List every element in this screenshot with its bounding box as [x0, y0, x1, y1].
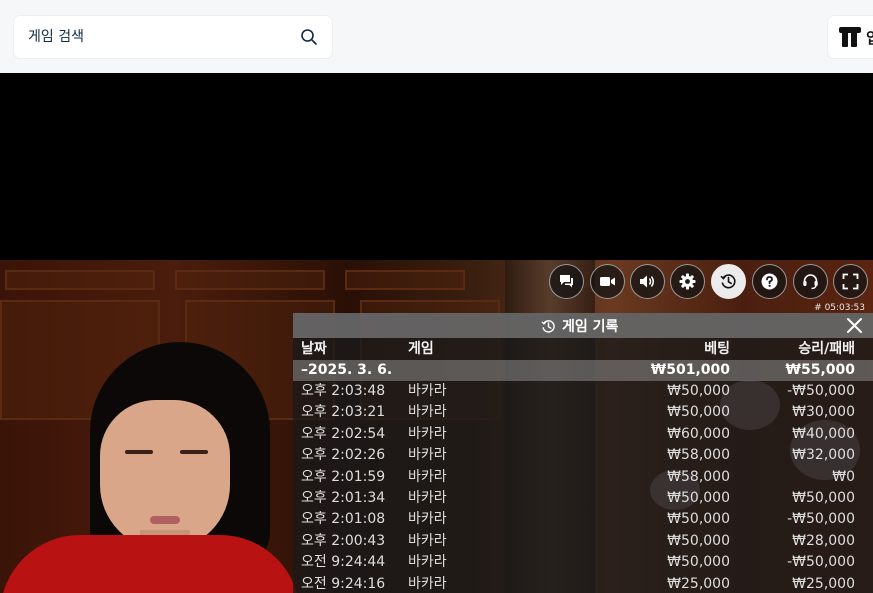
row-time: 오후 2:00:43: [301, 532, 386, 549]
date-group-row[interactable]: –2025. 3. 6. ₩501,000 ₩55,000: [293, 360, 873, 381]
row-result: -₩50,000: [787, 554, 855, 571]
table-row[interactable]: 오전 9:24:16 바카라 ₩25,000 ₩25,000: [293, 574, 873, 593]
row-game: 바카라: [408, 425, 447, 442]
row-game: 바카라: [408, 447, 447, 464]
brand-button[interactable]: 입: [828, 16, 873, 58]
brand-logo-icon: [839, 27, 861, 47]
row-time: 오전 9:24:44: [301, 554, 386, 571]
video-camera-icon: [600, 277, 615, 286]
row-result: ₩40,000: [792, 425, 855, 442]
row-bet: ₩58,000: [667, 447, 730, 464]
row-bet: ₩60,000: [667, 425, 730, 442]
row-time: 오후 2:02:26: [301, 447, 386, 464]
search-box[interactable]: [14, 16, 332, 58]
row-game: 바카라: [408, 383, 447, 399]
row-result: ₩25,000: [792, 575, 855, 592]
chat-icon: [560, 275, 573, 288]
row-result: ₩28,000: [792, 532, 855, 549]
row-result: -₩50,000: [787, 511, 855, 528]
row-bet: ₩50,000: [667, 404, 730, 421]
date-group-result-total: ₩55,000: [785, 362, 855, 378]
row-result: ₩0: [832, 468, 855, 485]
table-row[interactable]: 오후 2:03:21 바카라 ₩50,000 ₩30,000: [293, 402, 873, 423]
row-time: 오후 2:02:54: [301, 425, 386, 442]
dealer-face: [100, 400, 230, 550]
row-bet: ₩50,000: [667, 511, 730, 528]
volume-icon: [640, 275, 654, 288]
row-result: ₩50,000: [792, 489, 855, 506]
game-history-panel: 게임 기록 날짜 게임 베팅 승리/패배 –2025. 3. 6. ₩501,0…: [293, 313, 873, 593]
table-row[interactable]: 오후 2:02:54 바카라 ₩60,000 ₩40,000: [293, 424, 873, 445]
row-game: 바카라: [408, 554, 447, 571]
date-group-bet-total: ₩501,000: [650, 362, 730, 378]
chat-button[interactable]: [549, 264, 584, 299]
table-row[interactable]: 오후 2:01:59 바카라 ₩58,000 ₩0: [293, 467, 873, 488]
top-bar: 입: [0, 0, 873, 73]
column-game: 게임: [408, 341, 434, 357]
date-group-label: –2025. 3. 6.: [301, 362, 393, 378]
row-bet: ₩50,000: [667, 383, 730, 399]
table-row[interactable]: 오후 2:01:08 바카라 ₩50,000 -₩50,000: [293, 509, 873, 530]
history-title: 게임 기록: [562, 319, 619, 335]
row-time: 오후 2:01:08: [301, 511, 386, 528]
history-icon: [720, 274, 736, 289]
dealer-eye: [125, 450, 153, 454]
volume-button[interactable]: [630, 264, 665, 299]
history-title-group: 게임 기록: [541, 316, 618, 336]
help-icon: [761, 273, 778, 290]
row-bet: ₩50,000: [667, 489, 730, 506]
search-input[interactable]: [28, 16, 298, 58]
history-header: 게임 기록: [293, 313, 873, 338]
row-bet: ₩58,000: [667, 468, 730, 485]
row-time: 오후 2:01:34: [301, 489, 386, 506]
row-game: 바카라: [408, 511, 447, 528]
table-row[interactable]: 오후 2:00:43 바카라 ₩50,000 ₩28,000: [293, 531, 873, 552]
row-game: 바카라: [408, 489, 447, 506]
table-row[interactable]: 오후 2:03:48 바카라 ₩50,000 -₩50,000: [293, 381, 873, 402]
row-game: 바카라: [408, 468, 447, 485]
table-row[interactable]: 오후 2:02:26 바카라 ₩58,000 ₩32,000: [293, 445, 873, 466]
fullscreen-button[interactable]: [833, 264, 868, 299]
wall-panel: [175, 270, 325, 290]
row-time: 오전 9:24:16: [301, 575, 386, 592]
row-game: 바카라: [408, 575, 447, 592]
history-icon: [541, 319, 555, 333]
history-button[interactable]: [711, 264, 746, 299]
row-result: -₩50,000: [787, 383, 855, 399]
dealer-dress: [0, 535, 300, 593]
history-column-headers: 날짜 게임 베팅 승리/패배: [293, 339, 873, 360]
settings-button[interactable]: [670, 264, 705, 299]
dealer-lips: [150, 516, 180, 524]
table-row[interactable]: 오후 2:01:34 바카라 ₩50,000 ₩50,000: [293, 488, 873, 509]
column-bet: 베팅: [704, 341, 730, 357]
column-result: 승리/패배: [798, 341, 855, 357]
fullscreen-icon: [842, 273, 859, 290]
row-bet: ₩50,000: [667, 532, 730, 549]
search-icon[interactable]: [300, 28, 318, 46]
wall-panel: [5, 270, 155, 290]
row-game: 바카라: [408, 532, 447, 549]
support-headset-icon: [803, 274, 818, 290]
wall-panel: [345, 270, 465, 290]
video-button[interactable]: [590, 264, 625, 299]
row-game: 바카라: [408, 404, 447, 421]
row-result: ₩32,000: [792, 447, 855, 464]
row-time: 오후 2:03:21: [301, 404, 386, 421]
support-button[interactable]: [793, 264, 828, 299]
history-rows: 오후 2:03:48 바카라 ₩50,000 -₩50,000 오후 2:03:…: [293, 381, 873, 593]
column-date: 날짜: [301, 341, 327, 357]
video-letterbox: [0, 73, 873, 260]
settings-gear-icon: [679, 273, 696, 290]
brand-label: 입: [866, 29, 873, 47]
help-button[interactable]: [752, 264, 787, 299]
row-result: ₩30,000: [792, 404, 855, 421]
row-bet: ₩25,000: [667, 575, 730, 592]
dealer-eye: [180, 450, 208, 454]
row-bet: ₩50,000: [667, 554, 730, 571]
stream-id-label: # 05:03:53: [814, 303, 865, 313]
close-icon[interactable]: [846, 317, 863, 334]
row-time: 오후 2:03:48: [301, 383, 386, 399]
table-row[interactable]: 오전 9:24:44 바카라 ₩50,000 -₩50,000: [293, 552, 873, 573]
row-time: 오후 2:01:59: [301, 468, 386, 485]
